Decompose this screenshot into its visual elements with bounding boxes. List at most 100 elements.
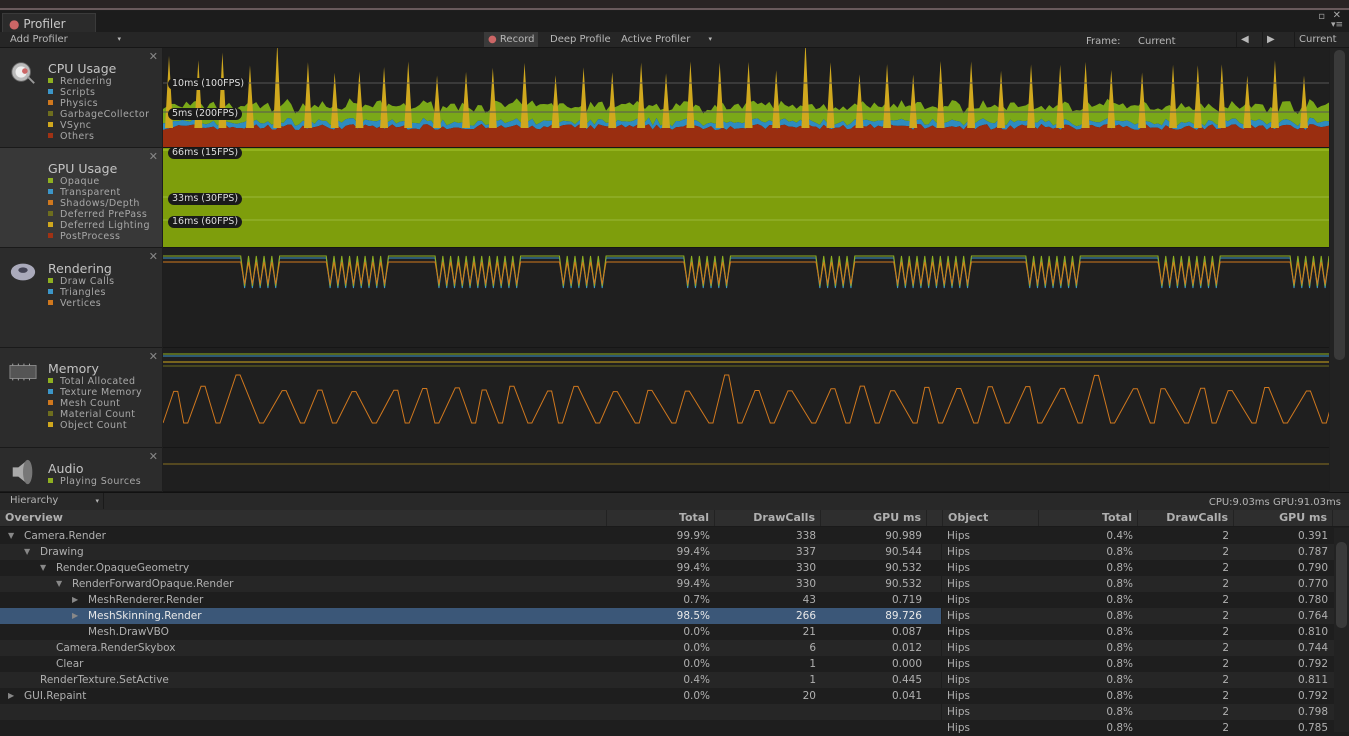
module-gpu-usage[interactable]: GPU Usage ✕ Opaque Transparent Shadows/Depth… — [0, 148, 162, 248]
legend-item[interactable]: VSync — [48, 120, 149, 131]
column-drawcalls[interactable]: DrawCalls — [715, 510, 821, 526]
close-module-icon[interactable]: ✕ — [149, 450, 158, 463]
object-row[interactable]: Hips 0.8% 2 0.790 — [942, 560, 1334, 576]
table-row[interactable]: Clear 0.0% 1 0.000 — [0, 656, 941, 672]
legend-item[interactable]: Opaque — [48, 176, 150, 187]
legend-item[interactable]: Triangles — [48, 287, 115, 298]
expand-arrow-icon[interactable]: ▼ — [24, 544, 30, 560]
module-title: Memory — [48, 361, 99, 376]
legend-item[interactable]: Texture Memory — [48, 387, 142, 398]
column-object[interactable]: Object — [942, 510, 1039, 526]
module-audio[interactable]: Audio ✕ Playing Sources — [0, 448, 162, 492]
close-module-icon[interactable]: ✕ — [149, 150, 158, 163]
table-row[interactable]: Mesh.DrawVBO 0.0% 21 0.087 — [0, 624, 941, 640]
row-drawcalls: 20 — [802, 690, 816, 702]
column-total[interactable]: Total — [607, 510, 715, 526]
object-row[interactable]: Hips 0.8% 2 0.810 — [942, 624, 1334, 640]
table-row[interactable]: ▶ MeshRenderer.Render 0.7% 43 0.719 — [0, 592, 941, 608]
object-row[interactable]: Hips 0.4% 2 0.391 — [942, 528, 1334, 544]
object-row[interactable]: Hips 0.8% 2 0.744 — [942, 640, 1334, 656]
object-row[interactable]: Hips 0.8% 2 0.780 — [942, 592, 1334, 608]
legend-item[interactable]: Draw Calls — [48, 276, 115, 287]
close-module-icon[interactable]: ✕ — [149, 50, 158, 63]
object-total: 0.8% — [1106, 674, 1133, 686]
legend-item[interactable]: Material Count — [48, 409, 142, 420]
expand-arrow-icon[interactable]: ▶ — [72, 608, 78, 624]
row-total: 99.4% — [676, 546, 710, 558]
module-title: Audio — [48, 461, 84, 476]
legend-item[interactable]: Deferred Lighting — [48, 220, 150, 231]
column-object-total[interactable]: Total — [1039, 510, 1138, 526]
legend-item[interactable]: PostProcess — [48, 231, 150, 242]
legend-item[interactable]: Object Count — [48, 420, 142, 431]
chart-gpu-usage[interactable]: 66ms (15FPS) 33ms (30FPS) 16ms (60FPS) — [163, 148, 1329, 248]
table-row[interactable]: ▼ RenderForwardOpaque.Render 99.4% 330 90.53… — [0, 576, 941, 592]
object-row[interactable]: Hips 0.8% 2 0.785 — [942, 720, 1334, 736]
prev-frame-button[interactable]: ◀ — [1236, 32, 1253, 47]
table-row[interactable]: ▶ GUI.Repaint 0.0% 20 0.041 — [0, 688, 941, 704]
module-rendering[interactable]: Rendering ✕ Draw Calls Triangles Vertices — [0, 248, 162, 348]
row-gpu-ms: 0.087 — [891, 626, 922, 638]
expand-arrow-icon[interactable]: ▶ — [8, 688, 14, 704]
active-profiler-dropdown[interactable]: Active Profiler ▾ — [617, 32, 715, 47]
legend-item[interactable]: Vertices — [48, 298, 115, 309]
expand-arrow-icon[interactable]: ▶ — [72, 592, 78, 608]
table-row[interactable] — [0, 720, 941, 736]
object-row[interactable]: Hips 0.8% 2 0.792 — [942, 688, 1334, 704]
legend-item[interactable]: Deferred PrePass — [48, 209, 150, 220]
object-row[interactable]: Hips 0.8% 2 0.798 — [942, 704, 1334, 720]
view-mode-dropdown[interactable]: Hierarchy ▾ — [4, 493, 104, 509]
current-frame-button[interactable]: Current — [1294, 32, 1341, 47]
object-row[interactable]: Hips 0.8% 2 0.770 — [942, 576, 1334, 592]
table-row[interactable]: ▼ Camera.Render 99.9% 338 90.989 — [0, 528, 941, 544]
object-row[interactable]: Hips 0.8% 2 0.787 — [942, 544, 1334, 560]
table-row[interactable]: ▼ Render.OpaqueGeometry 99.4% 330 90.532 — [0, 560, 941, 576]
scrollbar-thumb[interactable] — [1336, 542, 1347, 628]
chart-memory[interactable] — [163, 348, 1329, 448]
object-row[interactable]: Hips 0.8% 2 0.811 — [942, 672, 1334, 688]
legend-item[interactable]: Playing Sources — [48, 476, 141, 487]
table-row[interactable]: Camera.RenderSkybox 0.0% 6 0.012 — [0, 640, 941, 656]
tab-profiler[interactable]: ● Profiler — [2, 13, 96, 32]
object-row[interactable]: Hips 0.8% 2 0.764 — [942, 608, 1334, 624]
close-module-icon[interactable]: ✕ — [149, 350, 158, 363]
module-memory[interactable]: Memory ✕ Total Allocated Texture Memory Mesh… — [0, 348, 162, 448]
chart-cpu-usage[interactable]: 10ms (100FPS) 5ms (200FPS) — [163, 48, 1329, 148]
close-module-icon[interactable]: ✕ — [149, 250, 158, 263]
table-row[interactable]: RenderTexture.SetActive 0.4% 1 0.445 — [0, 672, 941, 688]
legend-item[interactable]: Physics — [48, 98, 149, 109]
legend-item[interactable]: Scripts — [48, 87, 149, 98]
expand-arrow-icon[interactable]: ▼ — [56, 576, 62, 592]
column-gpu-ms[interactable]: GPU ms — [821, 510, 927, 526]
deep-profile-button[interactable]: Deep Profile — [546, 32, 615, 47]
table-row[interactable] — [0, 704, 941, 720]
column-object-drawcalls[interactable]: DrawCalls — [1138, 510, 1234, 526]
expand-arrow-icon[interactable]: ▼ — [40, 560, 46, 576]
maximize-icon[interactable]: ▫ — [1318, 11, 1325, 22]
row-drawcalls: 330 — [795, 578, 816, 590]
expand-arrow-icon[interactable]: ▼ — [8, 528, 14, 544]
add-profiler-dropdown[interactable]: Add Profiler ▾ — [6, 32, 124, 47]
legend-item[interactable]: Total Allocated — [48, 376, 142, 387]
chart-rendering[interactable] — [163, 248, 1329, 348]
charts-scrollbar[interactable] — [1330, 48, 1349, 492]
table-row[interactable]: ▶ MeshSkinning.Render 98.5% 266 89.726 — [0, 608, 941, 624]
object-row[interactable]: Hips 0.8% 2 0.792 — [942, 656, 1334, 672]
legend-item[interactable]: Others — [48, 131, 149, 142]
legend-item[interactable]: GarbageCollector — [48, 109, 149, 120]
legend-item[interactable]: Transparent — [48, 187, 150, 198]
module-cpu-usage[interactable]: CPU Usage ✕ Rendering Scripts Physics Garbage… — [0, 48, 162, 148]
legend-item[interactable]: Rendering — [48, 76, 149, 87]
objects-scrollbar[interactable] — [1334, 528, 1349, 732]
next-frame-button[interactable]: ▶ — [1262, 32, 1279, 47]
column-object-gpu-ms[interactable]: GPU ms — [1234, 510, 1333, 526]
object-drawcalls: 2 — [1222, 658, 1229, 670]
table-row[interactable]: ▼ Drawing 99.4% 337 90.544 — [0, 544, 941, 560]
tab-menu-icon[interactable]: ▾≡ — [1331, 20, 1343, 30]
legend-item[interactable]: Shadows/Depth — [48, 198, 150, 209]
chart-audio[interactable] — [163, 448, 1329, 492]
record-button[interactable]: ● Record — [484, 32, 539, 47]
scrollbar-thumb[interactable] — [1334, 50, 1345, 360]
legend-item[interactable]: Mesh Count — [48, 398, 142, 409]
column-overview[interactable]: Overview — [0, 510, 607, 526]
